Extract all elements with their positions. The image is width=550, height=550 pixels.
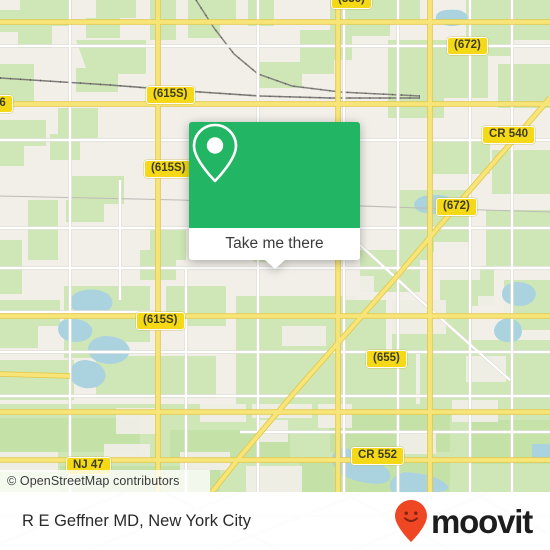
map-canvas[interactable]: (615S) (672) CR 540 (615S) (672) (615S) … bbox=[0, 0, 550, 492]
location-pin-icon bbox=[192, 123, 238, 183]
take-me-there-button[interactable]: Take me there bbox=[189, 228, 360, 260]
road-shield: (615S) bbox=[146, 86, 195, 104]
attribution-text: © OpenStreetMap contributors bbox=[7, 474, 180, 488]
take-me-there-label: Take me there bbox=[225, 235, 324, 252]
location-callout-card[interactable]: Take me there bbox=[189, 122, 360, 269]
footer-bar: R E Geffner MD, New York City moovit bbox=[0, 492, 550, 550]
road-shield: (615S) bbox=[136, 312, 185, 330]
callout-pointer-arrow bbox=[264, 260, 285, 269]
road-shield: (655) bbox=[366, 350, 407, 368]
map-attribution[interactable]: © OpenStreetMap contributors bbox=[0, 470, 210, 492]
moovit-smiley-pin-icon bbox=[395, 500, 428, 542]
road-shield: CR 552 bbox=[351, 447, 404, 465]
road-shield: (536) bbox=[331, 0, 372, 9]
road-shield: (672) bbox=[436, 198, 477, 216]
road-shield: (672) bbox=[447, 37, 488, 55]
place-title-text: R E Geffner MD, New York City bbox=[22, 511, 251, 530]
map-screenshot-root: (615S) (672) CR 540 (615S) (672) (615S) … bbox=[0, 0, 550, 550]
callout-header bbox=[189, 122, 360, 228]
road-shield: 56 bbox=[0, 95, 13, 113]
moovit-brand[interactable]: moovit bbox=[394, 492, 533, 550]
moovit-wordmark: moovit bbox=[431, 502, 533, 540]
road-shield: CR 540 bbox=[482, 126, 535, 144]
road-shield: (615S) bbox=[144, 160, 193, 178]
page-title: R E Geffner MD, New York City bbox=[22, 492, 251, 550]
